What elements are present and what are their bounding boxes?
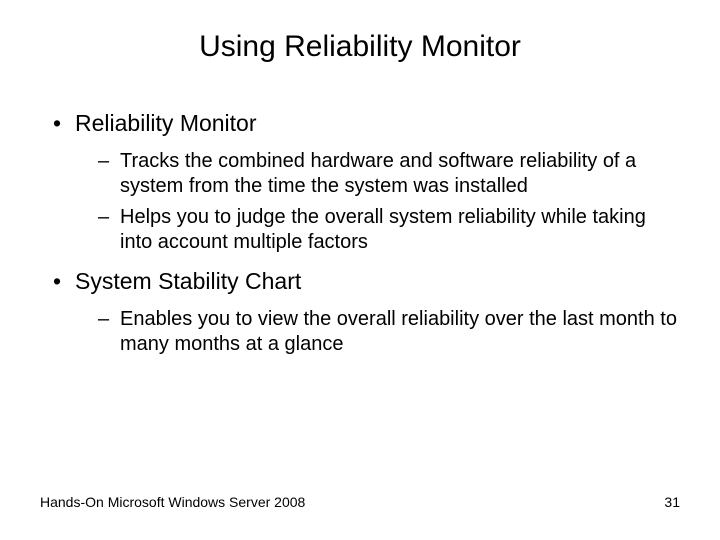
slide-footer: Hands-On Microsoft Windows Server 2008 3… bbox=[40, 494, 680, 510]
sub-bullet-enables-view: Enables you to view the overall reliabil… bbox=[45, 307, 680, 357]
bullet-stability-chart: System Stability Chart bbox=[45, 267, 680, 297]
page-number: 31 bbox=[664, 494, 680, 510]
sub-bullet-tracks: Tracks the combined hardware and softwar… bbox=[45, 149, 680, 199]
slide-container: Using Reliability Monitor Reliability Mo… bbox=[0, 0, 720, 540]
slide-content: Reliability Monitor Tracks the combined … bbox=[40, 109, 680, 357]
sub-bullet-text: Helps you to judge the overall system re… bbox=[120, 206, 646, 253]
footer-source: Hands-On Microsoft Windows Server 2008 bbox=[40, 494, 305, 510]
bullet-label: System Stability Chart bbox=[75, 268, 301, 294]
sub-bullet-text: Tracks the combined hardware and softwar… bbox=[120, 150, 636, 197]
sub-bullet-helps-judge: Helps you to judge the overall system re… bbox=[45, 205, 680, 255]
bullet-reliability-monitor: Reliability Monitor bbox=[45, 109, 680, 139]
sub-bullet-text: Enables you to view the overall reliabil… bbox=[120, 308, 677, 355]
bullet-label: Reliability Monitor bbox=[75, 110, 257, 136]
slide-title: Using Reliability Monitor bbox=[40, 30, 680, 64]
